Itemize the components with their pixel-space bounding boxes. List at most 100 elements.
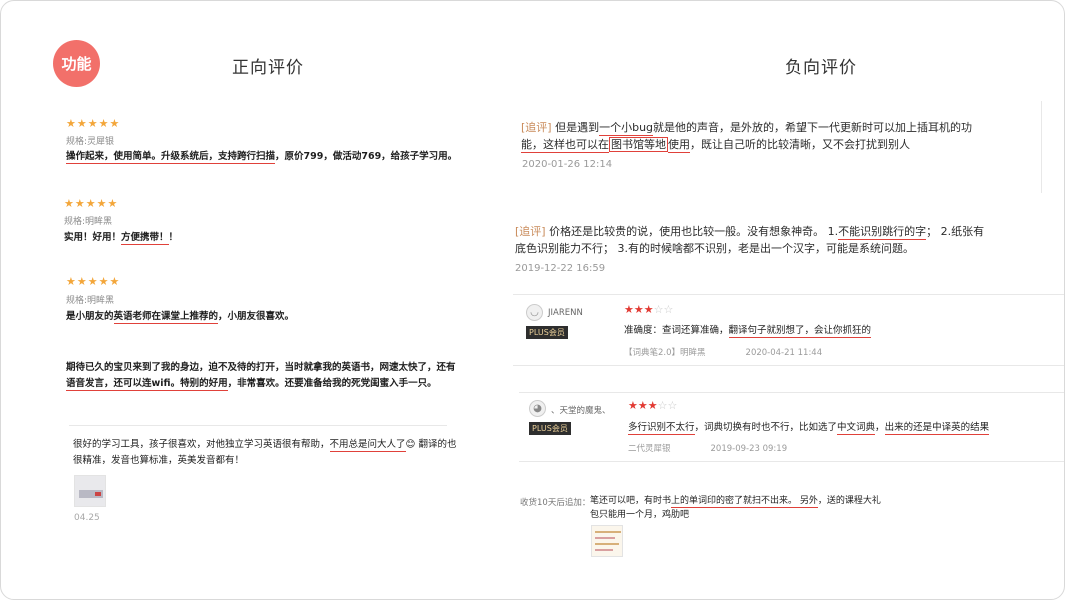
neg-review-2-date: 2019-12-22 16:59 [515,263,606,274]
star-icon: ★★★★★ [64,197,119,210]
star-empty-icon: ☆☆ [653,303,674,316]
pos-review-2-seg: 实用！好用！ [64,232,122,243]
review-2-variant: 二代灵犀银 [628,444,671,454]
divider [513,365,1064,366]
pos-review-2-stars: ★★★★★ [64,198,118,210]
neg-review-1-seg: 使用 [668,138,690,153]
neg-review-1-seg: 但是遇到 [551,121,600,134]
pos-review-2-text: 实用！好用！方便携带！！ [64,230,178,245]
neg-review-2-line: 底色识别能力不行； 3.有的时候啥都不识别，老是出一个汉字，可能是系统问题。 [515,240,984,257]
followup-seg: 笔还可以吧，有时书 [590,496,672,506]
neg-review-1-line: [追评] 但是遇到一个小bug就是他的声音，是外放的，希望下一代更新时可以加上插… [521,119,972,136]
neg-review-1-line: 能，这样也可以在 图书馆等地 使用，既让自己听的比较清晰，又不会打扰到别人 [521,136,972,153]
pos-review-5-seg: 很精准，发音也算标准，英美发音都有！ [73,455,245,466]
pos-review-4-seg: 语音发言 [66,378,105,391]
pos-review-4-line: 语音发言，还可以连wifi。特别的好用，非常喜欢。还要准备给我的死党闺蜜入手一只… [66,376,456,392]
followup-text: 笔还可以吧，有时书上的单词印的密了就扫不出来。 另外，送的课程大礼 包只能用一个… [590,494,881,522]
divider [1041,101,1042,193]
feature-badge: 功能 [53,40,100,87]
star-empty-icon: ☆☆ [657,399,678,412]
pos-review-3-seg: ，小朋友很喜欢。 [218,311,295,322]
star-icon: ★★★ [628,399,658,412]
pos-review-3-spec: 规格:明眸黑 [66,296,115,306]
review-1-variant: 【词典笔2.0】明眸黑 [624,348,706,358]
photo-icon [592,526,622,556]
review-2-meta: 二代灵犀银 2019-09-23 09:19 [628,442,827,454]
pos-review-4-seg: ，还可以连wifi。特别的好用 [104,378,228,391]
negative-heading: 负向评价 [785,58,857,78]
pos-review-5-line: 很好的学习工具，孩子很喜欢，对他独立学习英语很有帮助，不用总是问大人了😊 翻译的… [73,437,456,453]
pos-review-5-text: 很好的学习工具，孩子很喜欢，对他独立学习英语很有帮助，不用总是问大人了😊 翻译的… [73,437,456,469]
pos-review-3-seg: 英语老师在课堂上推荐的 [113,311,219,324]
pos-review-1-seg: 操作起来，使用简单。升级系统后，支持跨行扫描 [66,151,276,164]
neg-review-2-text: [追评] 价格还是比较贵的说，使用也比较一般。没有想象神奇。 1.不能识别跳行的… [515,223,984,257]
divider [69,425,447,426]
pos-review-4-seg: ，非常喜欢。还要准备给我的死党闺蜜入手一只。 [227,378,437,389]
neg-review-1-seg: 一个小bug [599,121,654,136]
slide-frame: 功能 正向评价 负向评价 ★★★★★ 规格:灵犀银 操作起来，使用简单。升级系统… [0,0,1065,600]
review-2-seg: ， [875,422,885,433]
review-2-seg: 出来的还是中译英的结果 [884,422,990,435]
followup-tag: [追评] [521,121,552,134]
pos-review-1-text: 操作起来，使用简单。升级系统后，支持跨行扫描，原价799，做活动769，给孩子学… [66,149,457,164]
review-1-seg: 翻译句子就别想了，会让你抓狂的 [728,325,872,338]
review-1-text: 准确度：查词还算准确，翻译句子就别想了，会让你抓狂的 [624,322,872,338]
pos-review-2-spec: 规格:明眸黑 [64,217,113,227]
followup-seg: 上的单词印的密了就扫不出来。 另外 [671,496,818,508]
review-2-seg: ，词典切换有时也不行，比如选了 [694,422,838,433]
pos-review-3-text: 是小朋友的英语老师在课堂上推荐的，小朋友很喜欢。 [66,309,294,324]
review-1-username[interactable]: JIARENN [548,308,583,318]
neg-review-2-seg: 不能识别跳行的字 [838,225,927,240]
divider [513,294,1064,295]
pos-review-4-text: 期待已久的宝贝来到了我的身边，迫不及待的打开，当时就拿我的英语书，网速太快了，还… [66,360,456,392]
review-2-text: 多行识别不太行，词典切换有时也不行，比如选了中文词典，出来的还是中译英的结果 [628,419,990,435]
neg-review-2-line: [追评] 价格还是比较贵的说，使用也比较一般。没有想象神奇。 1.不能识别跳行的… [515,223,984,240]
neg-review-2-seg: 价格还是比较贵的说，使用也比较一般。没有想象神奇。 1. [545,225,839,238]
review-1-meta: 【词典笔2.0】明眸黑 2020-04-21 11:44 [624,346,862,358]
neg-review-1-seg: ，既让自己听的比较清晰，又不会打扰到别人 [690,138,910,151]
neg-review-1-seg: 图书馆等地 [609,137,668,152]
followup-tag: [追评] [515,225,546,238]
followup-seg: ，送的课程大礼 [817,496,881,506]
photo-icon [75,476,105,506]
pos-review-5-date: 04.25 [74,513,100,523]
pos-review-1-stars: ★★★★★ [66,118,120,130]
star-icon: ★★★★★ [66,275,121,288]
avatar[interactable]: ◡ [526,304,543,321]
divider [519,392,1064,393]
neg-review-2-seg: ； 2.纸张有 [926,225,985,238]
review-2-stars: ★★★☆☆ [628,400,677,412]
followup-line: 笔还可以吧，有时书上的单词印的密了就扫不出来。 另外，送的课程大礼 [590,494,881,508]
divider [519,461,1064,462]
neg-review-1-date: 2020-01-26 12:14 [522,159,613,170]
review-1-seg: 准确度：查词还算准确， [624,325,729,336]
avatar[interactable]: ◕ [529,400,546,417]
pos-review-2-seg: 方便携带！ [121,232,169,245]
review-2-seg: 中文词典 [837,422,876,435]
pos-review-4-seg: 期待已久的宝贝来到了我的身边，迫不及待的打开，当时就拿我的英语书，网速太快了，还… [66,362,456,373]
followup-seg: 包只能用一个月，鸡肋吧 [590,510,690,520]
review-2-username[interactable]: 、天堂的魔鬼、 [551,404,611,416]
pos-review-2-seg: ！ [168,232,179,243]
neg-review-1-text: [追评] 但是遇到一个小bug就是他的声音，是外放的，希望下一代更新时可以加上插… [521,119,972,153]
review-2-seg: 多行识别不太行 [628,422,695,435]
neg-review-1-seg: 就是他的声音，是外放的，希望下一代更新时可以加上插耳机的功 [653,121,973,134]
pos-review-1-spec: 规格:灵犀银 [66,137,115,147]
review-1-date: 2020-04-21 11:44 [745,348,823,358]
pos-review-5-line: 很精准，发音也算标准，英美发音都有！ [73,453,456,469]
pos-review-1-seg: ，原价799，做活动769，给孩子学习用。 [275,151,458,162]
review-2-date: 2019-09-23 09:19 [710,444,788,454]
followup-label: 收货10天后追加： [520,498,591,508]
star-icon: ★★★★★ [66,117,121,130]
followup-line: 包只能用一个月，鸡肋吧 [590,508,881,522]
neg-review-1-seg: 能，这样也可以在 [521,138,609,153]
pos-review-5-seg: 😊 翻译的也 [405,439,457,450]
pos-review-3-stars: ★★★★★ [66,276,120,288]
neg-review-2-seg: 底色识别能力不行； 3.有的时候啥都不识别，老是出一个汉字，可能是系统问题。 [515,242,914,255]
review-photo-thumbnail[interactable] [74,475,106,507]
plus-member-badge: PLUS会员 [529,422,571,435]
pos-review-5-seg: 不用总是问大人了 [329,439,406,452]
review-1-stars: ★★★☆☆ [624,304,673,316]
followup-photo-thumbnail[interactable] [591,525,623,557]
star-icon: ★★★ [624,303,654,316]
